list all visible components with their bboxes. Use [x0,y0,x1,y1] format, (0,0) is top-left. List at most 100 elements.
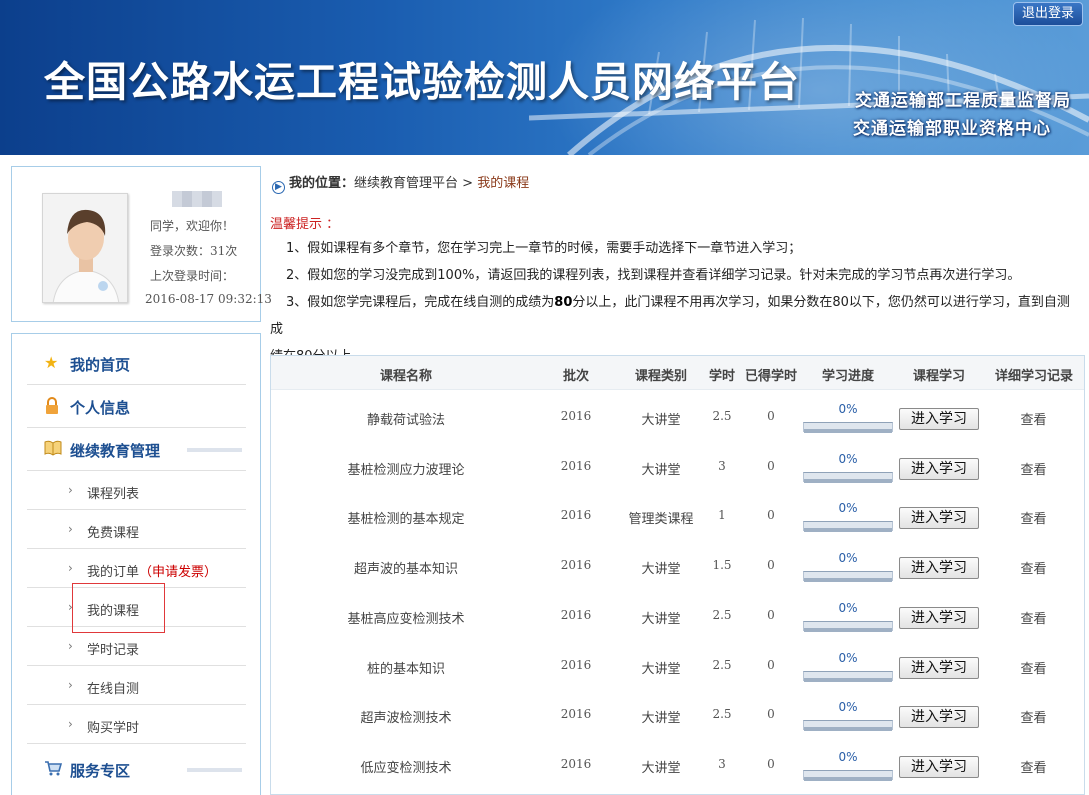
sidebar-item-online-test[interactable]: › 在线自测 [27,666,246,705]
avatar [42,193,128,303]
progress-track [803,670,893,682]
progress-percent: 0% [838,749,858,764]
sidebar-item-label: 在线自测 [87,682,140,697]
view-record-link[interactable]: 查看 [1011,558,1056,577]
site-title: 全国公路水运工程试验检测人员网络平台 [44,58,800,106]
sidebar-item-label: 课程列表 [87,487,140,502]
enter-study-button[interactable]: 进入学习 [899,755,979,778]
progress-track [803,571,893,583]
col-course-name: 课程名称 [379,369,432,384]
course-category: 大讲堂 [641,760,681,776]
col-batch: 批次 [562,369,589,384]
earned-hours: 0 [767,707,775,722]
course-batch: 2016 [560,707,592,722]
last-login-time: 2016-08-17 09:32:13 [145,292,272,306]
course-category: 大讲堂 [641,413,681,428]
sidebar-item-service[interactable]: 服务专区 [27,748,246,791]
progress-track-shade [804,578,892,583]
earned-hours: 0 [767,558,775,573]
course-hours: 2.5 [712,657,732,672]
tip-1: 1、假如课程有多个章节，您在学习完上一章节的时候，需要手动选择下一章节进入学习； [286,241,802,256]
course-batch: 2016 [560,409,592,423]
header-banner: 全国公路水运工程试验检测人员网络平台 交通运输部工程质量监督局 交通运输部职业资… [0,0,1089,155]
table-row: 超声波的基本知识 2016 大讲堂 1.5 0 0% 进入学习 查看 [271,541,1084,591]
view-record-link[interactable]: 查看 [1011,658,1056,677]
table-row: 基桩检测的基本规定 2016 管理类课程 1 0 0% 进入学习 查看 [271,491,1084,541]
tips-title: 温馨提示 ： [270,217,340,232]
view-record-link[interactable]: 查看 [1011,608,1056,627]
progress-bar: 0% [803,501,893,535]
logout-button[interactable]: 退出登录 [1012,2,1083,26]
enter-study-button[interactable]: 进入学习 [899,408,979,430]
progress-percent: 0% [838,402,858,416]
sidebar-item-buy-hours[interactable]: › 购买学时 [27,705,246,744]
sidebar-item-education[interactable]: 继续教育管理 [27,428,246,471]
course-batch: 2016 [560,558,592,573]
progress-track-shade [804,528,892,533]
enter-study-button[interactable]: 进入学习 [899,606,979,629]
course-name: 低应变检测技术 [360,760,452,776]
view-record-link[interactable]: 查看 [1011,409,1056,428]
enter-study-button[interactable]: 进入学习 [899,457,979,480]
chevron-right-icon: › [68,483,73,497]
view-record-link[interactable]: 查看 [1011,508,1056,527]
earned-hours: 0 [767,409,775,423]
breadcrumb-path[interactable]: 继续教育管理平台 > [354,176,477,191]
apply-invoice-link[interactable]: （申请发票） [139,565,217,580]
tip-3-score: 80 [554,295,573,310]
course-batch: 2016 [560,657,592,672]
progress-bar: 0% [803,551,893,585]
progress-percent: 0% [838,451,858,466]
progress-track [803,720,893,732]
course-hours: 2.5 [712,409,732,423]
sidebar-item-label: 个人信息 [70,399,131,417]
chevron-right-icon: › [68,522,73,536]
progress-track-shade [804,727,892,732]
progress-track-shade [804,776,892,781]
course-category: 大讲堂 [641,711,681,727]
sidebar-item-home[interactable]: ★ 我的首页 [27,342,246,385]
progress-track [803,521,893,533]
enter-study-button[interactable]: 进入学习 [899,656,979,679]
view-record-link[interactable]: 查看 [1011,757,1056,776]
course-batch: 2016 [560,508,592,523]
course-category: 大讲堂 [641,661,681,677]
tip-2: 2、假如您的学习没完成到100%，请返回我的课程列表，找到课程并查看详细学习记录… [286,268,1021,283]
enter-study-button[interactable]: 进入学习 [899,507,979,530]
course-name: 基桩检测应力波理论 [347,462,465,478]
sidebar-item-free-courses[interactable]: › 免费课程 [27,510,246,549]
section-bar [187,768,242,772]
breadcrumb-current: 我的课程 [477,176,530,191]
course-batch: 2016 [560,607,592,622]
course-category: 大讲堂 [641,562,681,578]
table-row: 超声波检测技术 2016 大讲堂 2.5 0 0% 进入学习 查看 [271,690,1084,740]
org-name-1: 交通运输部工程质量监督局 [855,91,1071,111]
orders-label: 我的订单 [87,565,140,580]
course-name: 超声波的基本知识 [353,562,458,578]
sidebar-item-label: 我的首页 [70,356,131,374]
enter-study-button[interactable]: 进入学习 [899,557,979,580]
table-row: 静载荷试验法 2016 大讲堂 2.5 0 0% 进入学习 查看 [271,392,1084,442]
view-record-link[interactable]: 查看 [1011,459,1056,478]
sidebar-menu: ★ 我的首页 个人信息 继续教育管理 › 课程列表 › 免费课程 › 我的订单（… [11,333,261,795]
course-name: 桩的基本知识 [366,661,445,677]
course-table: 课程名称 批次 课程类别 学时 已得学时 学习进度 课程学习 详细学习记录 静载… [270,355,1085,795]
table-row: 桩的基本知识 2016 大讲堂 2.5 0 0% 进入学习 查看 [271,641,1084,691]
sidebar-item-course-list[interactable]: › 课程列表 [27,471,246,510]
welcome-text: 同学，欢迎你！ [150,219,235,233]
org-name-2: 交通运输部职业资格中心 [853,119,1051,139]
sidebar-item-label: 学时记录 [87,643,140,658]
course-hours: 1.5 [712,558,732,573]
sidebar-item-label: 继续教育管理 [70,442,161,460]
sidebar-item-profile[interactable]: 个人信息 [27,385,246,428]
breadcrumb: ▶ 我的位置：继续教育管理平台 > 我的课程 [272,172,529,194]
sidebar-item-label: 服务专区 [70,762,131,780]
cart-icon [44,760,63,778]
enter-study-button[interactable]: 进入学习 [899,706,979,729]
course-name: 基桩高应变检测技术 [347,611,465,627]
tip-3-part-a: 3、假如您学完课程后，完成在线自测的成绩为 [286,295,555,310]
arrow-circle-icon: ▶ [272,181,285,194]
course-name: 基桩检测的基本规定 [347,512,465,528]
course-hours: 2.5 [712,607,732,622]
view-record-link[interactable]: 查看 [1011,707,1056,726]
